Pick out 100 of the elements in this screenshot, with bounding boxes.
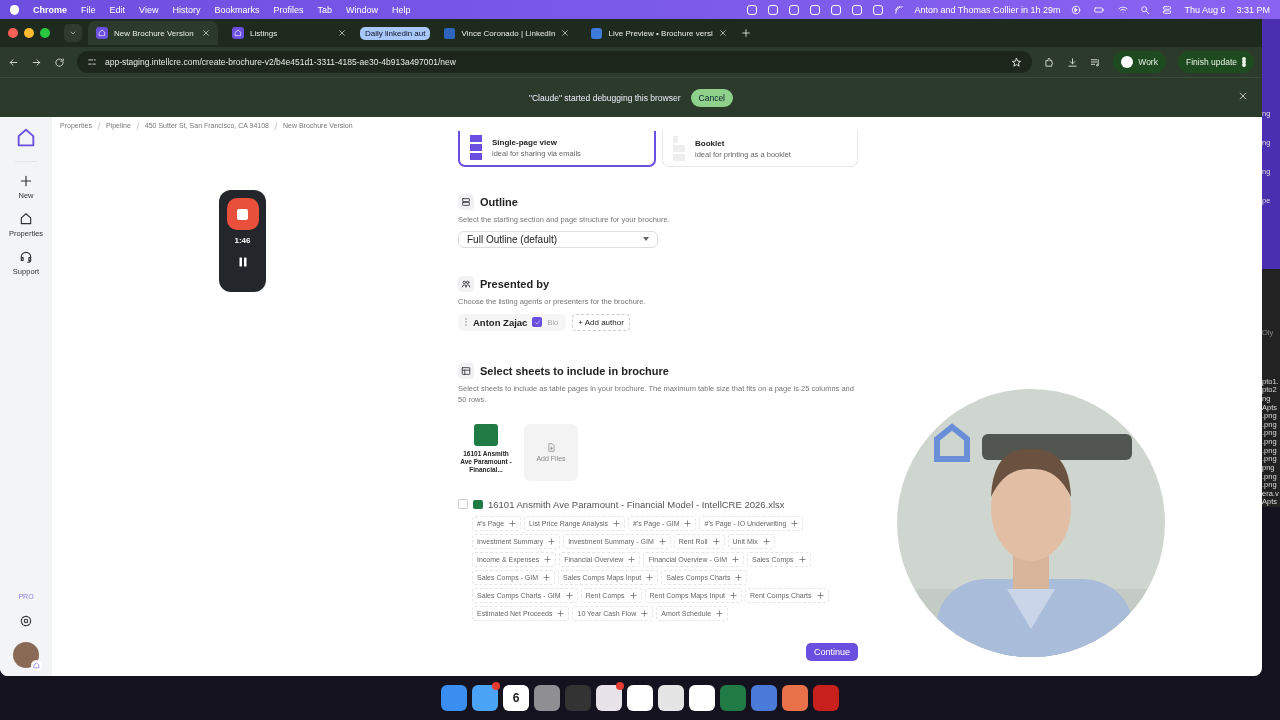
menu-item[interactable]: Tab <box>317 4 332 15</box>
plus-icon <box>557 609 565 617</box>
browser-tab[interactable]: New Brochure Version <box>88 21 218 45</box>
finish-update-button[interactable]: Finish update <box>1177 51 1254 73</box>
dock-app-icon[interactable]: 6 <box>503 685 529 711</box>
dock-app-icon[interactable] <box>596 685 622 711</box>
forward-icon <box>31 56 42 68</box>
menu-date[interactable]: Thu Aug 6 <box>1184 4 1226 15</box>
slash-icon <box>96 122 101 130</box>
dock-app-icon[interactable] <box>689 685 715 711</box>
close-icon <box>561 29 570 37</box>
control-center-icon <box>1161 4 1174 15</box>
settings-icon <box>19 614 33 628</box>
browser-tab[interactable]: Vince Coronado | LinkedIn <box>436 21 578 45</box>
download-icon <box>1067 56 1079 68</box>
check-icon <box>533 318 541 326</box>
menu-item[interactable]: Profiles <box>273 4 304 15</box>
menu-time[interactable]: 3:31 PM <box>1236 4 1270 15</box>
browser-tab[interactable]: Listings <box>224 21 354 45</box>
plus-icon <box>544 555 552 563</box>
section-title: Select sheets to include in brochure <box>480 364 669 377</box>
file-plus-icon <box>546 442 556 452</box>
meeting-reminder[interactable]: Anton and Thomas Collier in 1h 29m <box>914 4 1061 15</box>
plus-icon <box>735 573 743 581</box>
plus-icon <box>641 609 649 617</box>
media-icon <box>1090 56 1102 68</box>
app-logo-icon <box>15 127 37 149</box>
close-icon <box>202 29 210 37</box>
house-icon <box>33 662 40 669</box>
stop-button[interactable] <box>226 198 259 230</box>
play-icon <box>1071 4 1082 15</box>
menu-app-name[interactable]: Chrome <box>33 4 67 15</box>
tab-group-label[interactable]: Daily linkedin aut <box>360 26 431 40</box>
menu-item[interactable]: View <box>139 4 159 15</box>
plus-icon <box>548 537 556 545</box>
list-icon <box>461 197 471 207</box>
plus-icon <box>629 591 637 599</box>
chevron-down-icon <box>69 29 77 37</box>
file-name: 16101 Ansmith Ave Paramount - Financial Model - IntellCRE 2026.xlsx <box>488 498 785 510</box>
battery-icon <box>1092 4 1107 15</box>
slash-icon <box>273 122 278 130</box>
calendar-day: 6 <box>512 691 520 705</box>
dock-app-icon[interactable] <box>534 685 560 711</box>
dock-app-icon[interactable] <box>782 685 808 711</box>
debugging-message: "Claude" started debugging this browser <box>528 92 681 103</box>
plus-icon <box>798 555 806 563</box>
home-icon <box>19 212 33 226</box>
plus-icon <box>762 537 770 545</box>
slash-icon <box>135 122 140 130</box>
linkedin-icon <box>444 27 456 39</box>
new-tab-icon <box>740 28 751 38</box>
close-icon <box>718 29 727 37</box>
plus-icon <box>791 519 799 527</box>
user-avatar[interactable] <box>13 642 39 668</box>
sheet-checkbox[interactable] <box>458 499 468 509</box>
plus-icon <box>613 519 620 527</box>
menu-item[interactable]: Bookmarks <box>214 4 260 15</box>
address-bar[interactable]: app-staging.intellcre.com/create-brochure-v2/b4e451d1-3311-4185-ae30-4b913a497001/new <box>77 51 1033 73</box>
dock-app-icon[interactable] <box>472 685 498 711</box>
spreadsheet-icon <box>473 499 483 509</box>
dock-app-icon[interactable] <box>658 685 684 711</box>
search-icon <box>1140 4 1151 15</box>
dock-app-icon[interactable] <box>627 685 653 711</box>
plus-icon <box>628 555 636 563</box>
spreadsheet-icon <box>474 423 498 446</box>
menu-item[interactable]: Help <box>392 4 411 15</box>
back-icon <box>8 56 19 68</box>
headset-icon <box>19 250 33 264</box>
wifi-icon <box>1117 4 1130 15</box>
reload-icon <box>54 56 65 68</box>
table-icon <box>461 365 471 376</box>
plus-icon <box>509 519 517 527</box>
browser-tab[interactable]: Live Preview • Brochure versi <box>583 21 735 45</box>
add-author-button[interactable]: + Add author <box>572 313 630 331</box>
apple-logo-icon[interactable] <box>10 4 19 15</box>
extensions-icon <box>1044 56 1056 68</box>
site-settings-icon <box>87 57 97 67</box>
zoom-window-button[interactable] <box>40 28 50 38</box>
menu-item[interactable]: History <box>172 4 201 15</box>
outline-dropdown[interactable]: Full Outline (default) <box>458 230 658 248</box>
plus-icon <box>816 591 824 599</box>
plus-icon <box>716 609 724 617</box>
plus-icon <box>658 537 666 545</box>
cancel-button[interactable]: Cancel <box>690 88 733 107</box>
menu-item[interactable]: Edit <box>109 4 126 15</box>
menu-item[interactable]: File <box>81 4 96 15</box>
menu-item[interactable]: Window <box>345 4 378 15</box>
section-title: Outline <box>480 196 518 208</box>
close-icon <box>1238 91 1248 101</box>
minimize-window-button[interactable] <box>24 28 34 38</box>
plus-icon <box>730 591 738 599</box>
plus-icon <box>712 537 720 545</box>
continue-button[interactable]: Continue <box>805 642 858 661</box>
profile-button[interactable]: Work <box>1113 51 1166 73</box>
plus-icon <box>565 591 573 599</box>
plus-icon <box>543 573 551 581</box>
layout-icon <box>470 135 482 161</box>
bio-checkbox[interactable] <box>532 317 543 328</box>
close-window-button[interactable] <box>8 28 18 38</box>
author-name: Anton Zajac <box>473 316 528 328</box>
